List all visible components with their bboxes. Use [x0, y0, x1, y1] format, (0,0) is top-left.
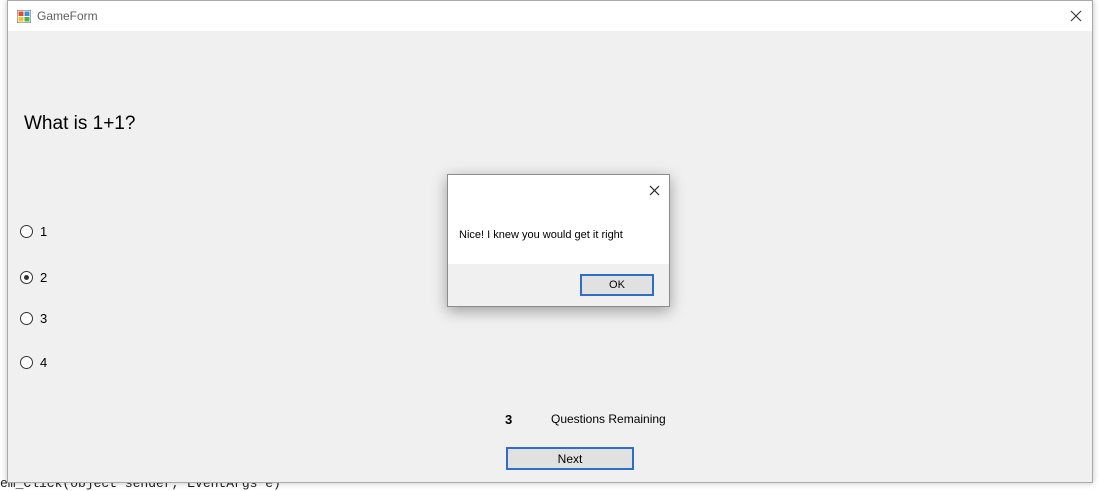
title-bar[interactable]: GameForm [8, 1, 1092, 31]
answer-option-3[interactable]: 3 [20, 311, 47, 326]
ok-button[interactable]: OK [580, 274, 654, 296]
next-button[interactable]: Next [506, 447, 634, 470]
radio-button[interactable] [20, 225, 33, 238]
radio-button[interactable] [20, 356, 33, 369]
app-icon [17, 10, 31, 23]
answer-option-2[interactable]: 2 [20, 270, 47, 285]
close-icon [1070, 10, 1082, 22]
question-label: What is 1+1? [24, 113, 136, 134]
close-icon [649, 185, 659, 195]
answer-label: 3 [40, 311, 48, 326]
radio-button-selected[interactable] [20, 271, 33, 284]
message-box-dialog: Nice! I knew you would get it right OK [447, 174, 670, 307]
answer-label: 4 [40, 355, 48, 370]
answer-option-1[interactable]: 1 [20, 224, 47, 239]
window-close-button[interactable] [1060, 1, 1092, 31]
dialog-body: Nice! I knew you would get it right [448, 175, 669, 264]
radio-button[interactable] [20, 312, 33, 325]
remaining-count: 3 [505, 412, 513, 427]
dialog-message: Nice! I knew you would get it right [459, 229, 623, 241]
answer-label: 1 [40, 224, 48, 239]
dialog-close-button[interactable] [643, 181, 665, 199]
window-title: GameForm [37, 9, 98, 23]
remaining-label: Questions Remaining [551, 412, 666, 426]
answer-label: 2 [40, 270, 48, 285]
answer-option-4[interactable]: 4 [20, 355, 47, 370]
